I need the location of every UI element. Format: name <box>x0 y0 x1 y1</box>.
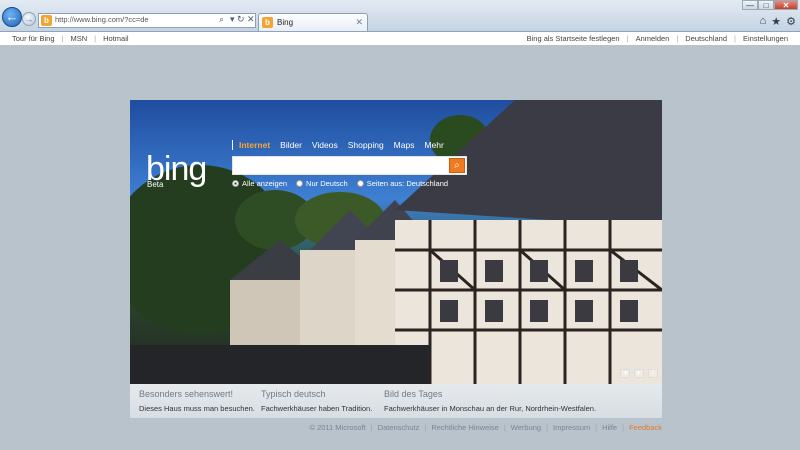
info-text[interactable]: Fachwerkhäuser in Monschau an der Rur, N… <box>384 404 596 413</box>
footer-separator: | <box>595 423 598 432</box>
address-dropdown-icon[interactable]: ▾ <box>230 14 235 25</box>
window-controls: — □ ✕ <box>742 0 798 10</box>
maximize-button[interactable]: □ <box>758 0 774 10</box>
info-text[interactable]: Fachwerkhäuser haben Tradition. <box>261 404 372 413</box>
hero-info-icon[interactable]: i <box>648 369 658 378</box>
info-title[interactable]: Typisch deutsch <box>261 389 372 399</box>
search-scope-nav: Internet Bilder Videos Shopping Maps Meh… <box>232 140 454 150</box>
footer-help[interactable]: Hilfe <box>602 423 617 432</box>
browser-chrome: ← → b http://www.bing.com/?cc=de ⌕ ▾ ↻ ✕… <box>0 0 800 32</box>
footer-feedback[interactable]: Feedback <box>629 423 662 432</box>
radio-icon[interactable] <box>296 180 304 187</box>
option-country-label: Seiten aus: Deutschland <box>366 179 449 188</box>
bing-beta-label: Beta <box>147 180 164 189</box>
info-text[interactable]: Dieses Haus muss man besuchen. <box>139 404 255 413</box>
top-nav-right: Bing als Startseite festlegen | Anmelden… <box>527 34 788 43</box>
nav-separator: | <box>94 34 97 43</box>
info-title[interactable]: Bild des Tages <box>384 389 596 399</box>
address-bar[interactable]: b http://www.bing.com/?cc=de ⌕ ▾ ↻ ✕ <box>38 13 256 28</box>
info-item[interactable]: Besonders sehenswert! Dieses Haus muss m… <box>139 389 255 413</box>
nav-separator: | <box>626 34 629 43</box>
option-pages-from-germany[interactable]: Seiten aus: Deutschland <box>356 179 449 188</box>
scope-internet[interactable]: Internet <box>232 140 270 150</box>
footer-separator: | <box>546 423 549 432</box>
address-url[interactable]: http://www.bing.com/?cc=de <box>55 15 149 24</box>
bing-top-nav: Tour für Bing | MSN | Hotmail Bing als S… <box>0 32 800 45</box>
search-options: Alle anzeigen Nur Deutsch Seiten aus: De… <box>232 179 457 188</box>
option-german-only[interactable]: Nur Deutsch <box>296 179 348 188</box>
info-panel: Besonders sehenswert! Dieses Haus muss m… <box>130 384 662 418</box>
hero-controls: ◂ ▸ i <box>620 369 658 378</box>
address-search-icon[interactable]: ⌕ <box>219 14 224 25</box>
search-button[interactable]: ⌕ <box>449 158 465 173</box>
refresh-icon[interactable]: ↻ <box>237 14 245 25</box>
info-item[interactable]: Bild des Tages Fachwerkhäuser in Monscha… <box>384 389 596 413</box>
search-input[interactable] <box>233 157 447 174</box>
tools-gear-icon[interactable]: ⚙ <box>786 15 796 28</box>
link-msn[interactable]: MSN <box>70 34 87 43</box>
minimize-button[interactable]: — <box>742 0 758 10</box>
radio-icon[interactable] <box>356 180 364 187</box>
search-box: ⌕ <box>232 156 467 175</box>
copyright: © 2011 Microsoft <box>309 423 366 432</box>
link-region[interactable]: Deutschland <box>685 34 727 43</box>
option-all-label: Alle anzeigen <box>242 179 288 188</box>
option-german-label: Nur Deutsch <box>306 179 348 188</box>
nav-separator: | <box>61 34 64 43</box>
link-sign-in[interactable]: Anmelden <box>636 34 670 43</box>
nav-separator: | <box>676 34 679 43</box>
info-item[interactable]: Typisch deutsch Fachwerkhäuser haben Tra… <box>261 389 372 413</box>
link-tour[interactable]: Tour für Bing <box>12 34 55 43</box>
nav-separator: | <box>734 34 736 43</box>
radio-selected-icon[interactable] <box>232 180 239 187</box>
stop-icon[interactable]: ✕ <box>247 14 255 25</box>
scope-videos[interactable]: Videos <box>312 140 338 150</box>
footer-separator: | <box>370 423 373 432</box>
browser-toolbar: ⌂ ★ ⚙ <box>760 15 796 28</box>
scope-more[interactable]: Mehr <box>424 140 443 150</box>
link-set-homepage[interactable]: Bing als Startseite festlegen <box>527 34 620 43</box>
tab-title: Bing <box>277 18 294 27</box>
footer-separator: | <box>503 423 506 432</box>
info-title[interactable]: Besonders sehenswert! <box>139 389 255 399</box>
link-hotmail[interactable]: Hotmail <box>103 34 128 43</box>
scope-shopping[interactable]: Shopping <box>348 140 384 150</box>
favorites-star-icon[interactable]: ★ <box>771 15 781 28</box>
back-button[interactable]: ← <box>2 7 22 27</box>
tab-favicon-icon: b <box>262 17 273 28</box>
footer-separator: | <box>622 423 625 432</box>
scope-maps[interactable]: Maps <box>394 140 415 150</box>
footer-separator: | <box>424 423 427 432</box>
tab-close-icon[interactable]: ✕ <box>355 17 363 28</box>
home-icon[interactable]: ⌂ <box>760 15 767 28</box>
footer: © 2011 Microsoft | Datenschutz | Rechtli… <box>309 423 662 432</box>
scope-images[interactable]: Bilder <box>280 140 302 150</box>
forward-button[interactable]: → <box>22 12 36 26</box>
site-favicon-icon: b <box>41 15 52 26</box>
footer-imprint[interactable]: Impressum <box>553 423 590 432</box>
hero-next-icon[interactable]: ▸ <box>634 369 644 378</box>
footer-advertising[interactable]: Werbung <box>511 423 541 432</box>
top-nav-left: Tour für Bing | MSN | Hotmail <box>12 34 129 43</box>
footer-privacy[interactable]: Datenschutz <box>378 423 420 432</box>
hero-prev-icon[interactable]: ◂ <box>620 369 630 378</box>
link-settings[interactable]: Einstellungen <box>743 34 788 43</box>
footer-legal[interactable]: Rechtliche Hinweise <box>431 423 499 432</box>
tab-bing[interactable]: b Bing ✕ <box>258 13 368 31</box>
option-all[interactable]: Alle anzeigen <box>232 179 287 188</box>
close-window-button[interactable]: ✕ <box>774 0 798 10</box>
